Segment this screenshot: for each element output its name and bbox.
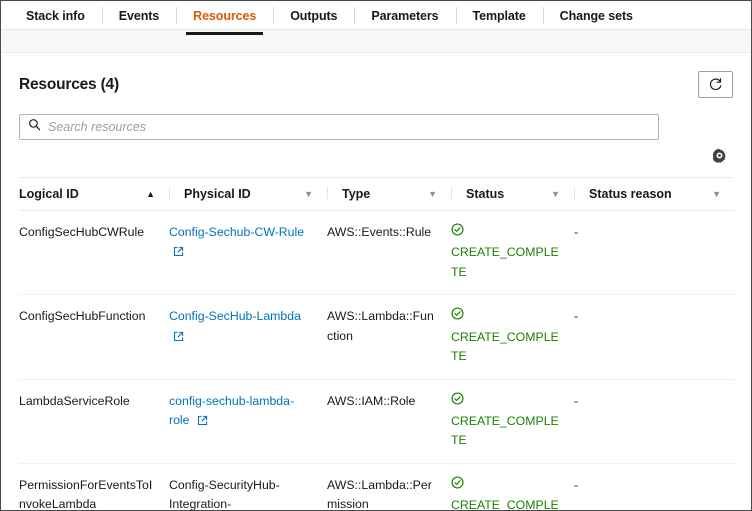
resources-panel: Resources (4) Search resources Logical I… (1, 53, 751, 511)
cell-physical-id: config-sechub-lambda-role (169, 379, 327, 464)
cell-logical-id: ConfigSecHubCWRule (19, 210, 169, 296)
status-success-icon (451, 476, 560, 495)
sort-ascending-icon[interactable]: ▲ (146, 189, 155, 199)
settings-button[interactable] (709, 148, 729, 168)
column-header-type[interactable]: Type ▼ (327, 178, 451, 211)
external-link-icon[interactable] (173, 244, 184, 263)
status-badge: CREATE_COMPLETE (451, 223, 560, 282)
cell-status: CREATE_COMPLETE (451, 379, 574, 464)
table-row: ConfigSecHubFunction Config-SecHub-Lambda… (19, 294, 735, 380)
status-text: CREATE_COMPLETE (451, 413, 559, 448)
cell-logical-id: ConfigSecHubFunction (19, 294, 169, 380)
status-badge: CREATE_COMPLETE (451, 476, 560, 511)
external-link-icon[interactable] (197, 413, 208, 432)
column-header-label: Status (466, 187, 505, 201)
sort-descending-icon[interactable]: ▼ (712, 189, 721, 199)
status-text: CREATE_COMPLETE (451, 329, 559, 364)
cell-physical-id: Config-Sechub-CW-Rule (169, 210, 327, 296)
cell-physical-id: Config-SecurityHub-Integration-Permissio… (169, 463, 327, 511)
refresh-icon (708, 77, 723, 92)
cell-status: CREATE_COMPLETE (451, 210, 574, 296)
tab-change-sets[interactable]: Change sets (542, 1, 650, 30)
status-badge: CREATE_COMPLETE (451, 307, 560, 366)
column-header-physical-id[interactable]: Physical ID ▼ (169, 178, 327, 211)
column-header-logical-id[interactable]: Logical ID ▲ (19, 178, 169, 211)
resources-table: Logical ID ▲ Physical ID ▼ Type ▼ Status ▼ Statu… (19, 178, 735, 511)
cloudformation-stack-detail-screen: Stack info Events Resources Outputs Paramete… (0, 0, 752, 511)
tab-resources[interactable]: Resources (176, 1, 273, 35)
tab-template[interactable]: Template (455, 1, 543, 30)
cell-logical-id: LambdaServiceRole (19, 379, 169, 464)
cell-resource-type: AWS::Events::Rule (327, 210, 451, 296)
resources-table-container: Logical ID ▲ Physical ID ▼ Type ▼ Status ▼ Statu… (19, 177, 735, 511)
gear-icon (712, 148, 727, 168)
table-row: LambdaServiceRole config-sechub-lambda-ro… (19, 379, 735, 464)
column-header-label: Logical ID (19, 187, 79, 201)
sort-descending-icon[interactable]: ▼ (428, 189, 437, 199)
cell-status-reason: - (574, 379, 735, 464)
external-link-icon[interactable] (173, 329, 184, 348)
physical-id-link[interactable]: config-sechub-lambda-role (169, 394, 294, 427)
page-title: Resources (4) (19, 75, 119, 93)
tab-label: Template (472, 8, 526, 23)
column-header-status[interactable]: Status ▼ (451, 178, 574, 211)
cell-physical-id: Config-SecHub-Lambda (169, 294, 327, 380)
tab-label: Resources (193, 8, 257, 23)
cell-status-reason: - (574, 294, 735, 380)
tab-parameters[interactable]: Parameters (354, 1, 455, 30)
tab-label: Change sets (559, 8, 633, 23)
resources-panel-header: Resources (4) (19, 53, 733, 98)
cell-logical-id: PermissionForEventsToInvokeLambda (19, 463, 169, 510)
physical-id-link[interactable]: Config-Sechub-CW-Rule (169, 225, 304, 239)
tabbar-spacer-band (1, 30, 751, 53)
cell-resource-type: AWS::IAM::Role (327, 379, 451, 464)
cell-resource-type: AWS::Lambda::Function (327, 294, 451, 380)
tab-stack-info[interactable]: Stack info (9, 1, 102, 30)
column-header-label: Type (342, 187, 371, 201)
status-success-icon (451, 307, 560, 326)
tab-label: Events (118, 8, 160, 23)
status-text: CREATE_COMPLETE (451, 245, 559, 279)
status-text: CREATE_COMPLETE (451, 498, 559, 511)
resources-table-header: Logical ID ▲ Physical ID ▼ Type ▼ Status ▼ Statu… (19, 178, 735, 211)
cell-resource-type: AWS::Lambda::Permission (327, 463, 451, 510)
cell-status: CREATE_COMPLETE (451, 294, 574, 380)
stack-detail-tabs: Stack info Events Resources Outputs Paramete… (1, 1, 751, 35)
sort-descending-icon[interactable]: ▼ (304, 189, 313, 199)
physical-id-text: Config-SecurityHub-Integration-Permissio… (169, 477, 280, 511)
tab-label: Parameters (371, 8, 439, 23)
tab-label: Outputs (290, 8, 338, 23)
column-header-label: Status reason (589, 187, 672, 201)
status-success-icon (451, 391, 560, 411)
tab-events[interactable]: Events (101, 1, 176, 30)
tabbar-divider (1, 29, 751, 30)
search-input[interactable] (48, 120, 650, 134)
status-badge: CREATE_COMPLETE (451, 391, 560, 451)
column-header-status-reason[interactable]: Status reason ▼ (574, 178, 735, 211)
cell-status: CREATE_COMPLETE (451, 463, 574, 511)
table-row: ConfigSecHubCWRule Config-Sechub-CW-Rule … (19, 210, 735, 296)
search-box[interactable] (19, 114, 659, 140)
cell-status-reason: - (574, 210, 735, 296)
sort-descending-icon[interactable]: ▼ (551, 189, 560, 199)
active-tab-underline (186, 32, 264, 35)
cell-status-reason: - (574, 463, 735, 510)
physical-id-link[interactable]: Config-SecHub-Lambda (169, 309, 301, 323)
status-success-icon (451, 223, 560, 242)
tab-outputs[interactable]: Outputs (273, 1, 354, 30)
table-header-row: Logical ID ▲ Physical ID ▼ Type ▼ Status ▼ Statu… (19, 178, 735, 211)
table-row: PermissionForEventsToInvokeLambda Config-… (19, 463, 735, 511)
refresh-button[interactable] (698, 71, 733, 98)
search-row (19, 114, 733, 140)
column-header-label: Physical ID (184, 187, 251, 201)
table-preferences-row (19, 143, 733, 173)
tab-label: Stack info (26, 8, 85, 23)
resources-table-body: ConfigSecHubCWRule Config-Sechub-CW-Rule … (19, 210, 735, 511)
search-icon (28, 118, 41, 136)
